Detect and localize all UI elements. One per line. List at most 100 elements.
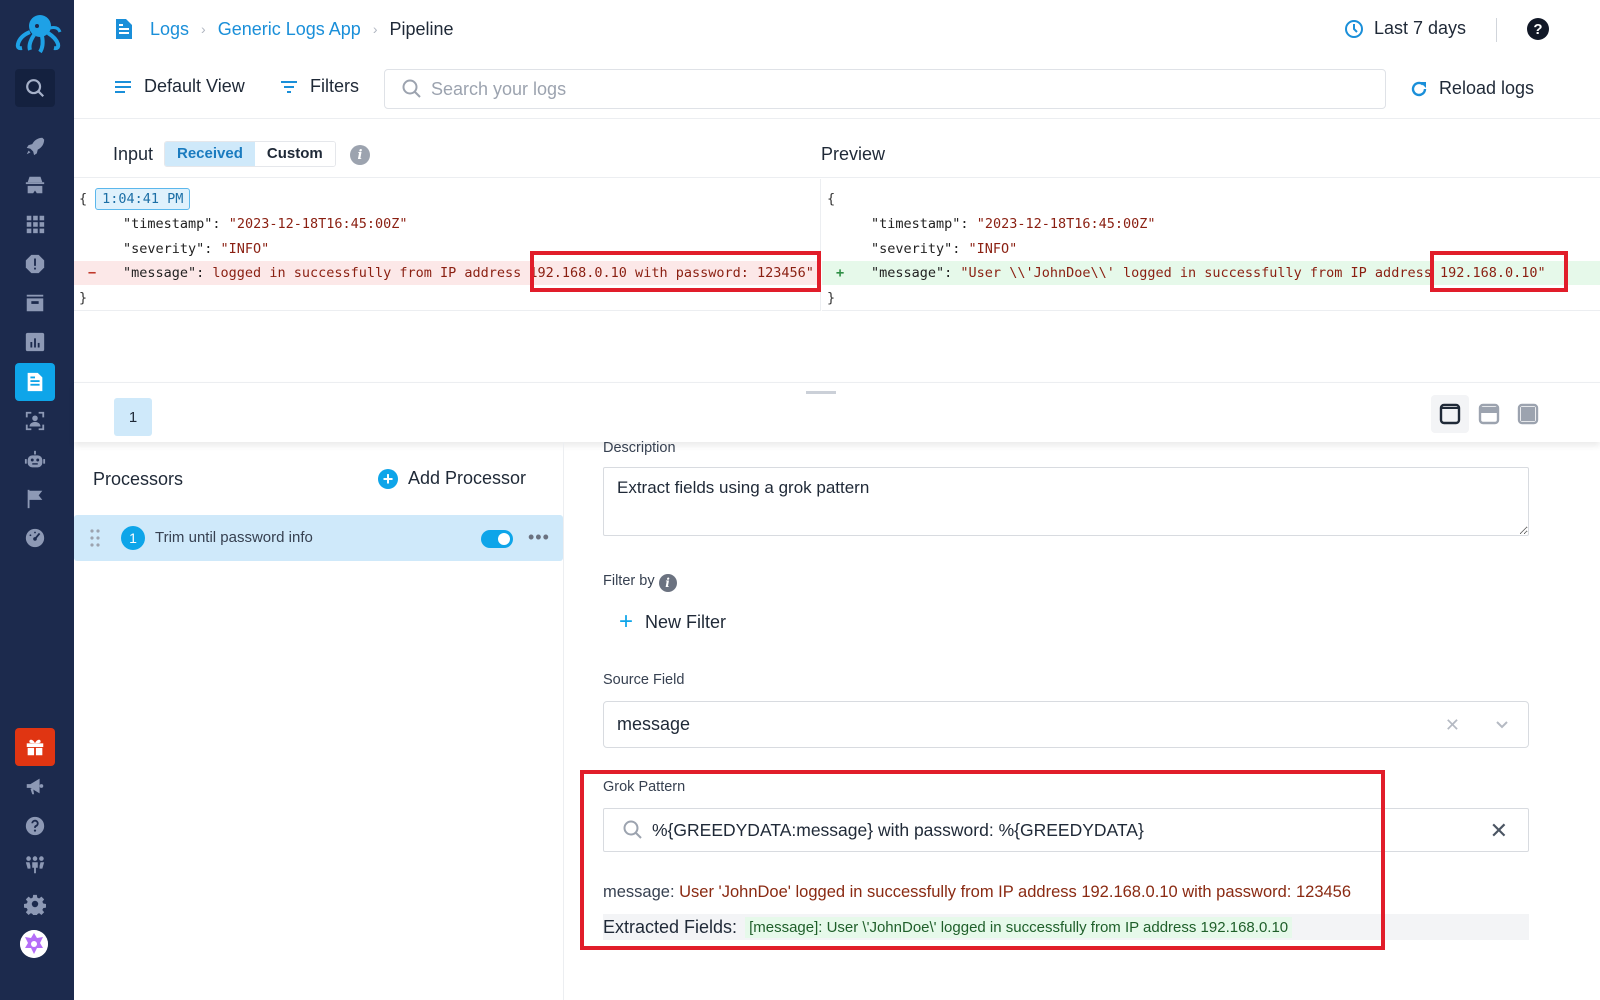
- sidebar-item-dashboards[interactable]: [15, 323, 55, 361]
- add-processor-button[interactable]: + Add Processor: [378, 468, 526, 489]
- layout-full-button[interactable]: [1509, 395, 1547, 433]
- filters-label: Filters: [310, 76, 359, 96]
- sidebar-item-team[interactable]: [15, 846, 55, 884]
- add-processor-label: Add Processor: [408, 468, 527, 488]
- processor-form: Description Extract fields using a grok …: [564, 440, 1600, 1000]
- code-line: "timestamp": "2023-12-18T16:45:00Z": [123, 216, 408, 232]
- avatar[interactable]: [20, 930, 48, 958]
- gear-icon: [24, 894, 46, 915]
- sidebar-item-flags[interactable]: [15, 480, 55, 518]
- description-label: Description: [603, 440, 676, 456]
- code-line: }: [79, 290, 88, 306]
- octopus-logo-icon[interactable]: [10, 12, 64, 56]
- search-icon: [623, 820, 642, 839]
- header: Logs › Generic Logs App › Pipeline Last …: [74, 0, 1600, 60]
- archive-box-icon: [26, 294, 44, 312]
- layout-top-button[interactable]: [1431, 395, 1469, 433]
- processor-index: 1: [121, 526, 145, 550]
- layout-full-icon: [1517, 403, 1539, 425]
- info-icon[interactable]: i: [658, 574, 677, 592]
- megaphone-icon: [26, 778, 44, 795]
- users-icon: [25, 856, 45, 874]
- extracted-fields-value: [message]: User \'JohnDoe\' logged in su…: [745, 916, 1293, 938]
- clear-icon[interactable]: ✕: [1445, 715, 1460, 736]
- new-filter-button[interactable]: + New Filter: [619, 610, 726, 634]
- sidebar-item-search[interactable]: [15, 69, 55, 107]
- gauge-icon: [25, 528, 45, 548]
- processors-title: Processors: [93, 469, 184, 489]
- code-line: "severity": "INFO": [871, 241, 1018, 257]
- grok-pattern-input[interactable]: [652, 819, 1452, 841]
- mode-custom-button[interactable]: Custom: [254, 142, 335, 166]
- document-icon: [116, 19, 132, 39]
- drag-grip-icon[interactable]: [74, 515, 116, 561]
- processor-name[interactable]: Trim until password info: [155, 529, 313, 546]
- extracted-fields-label: Extracted Fields:: [603, 916, 738, 937]
- sidebar-item-whats-new[interactable]: [15, 728, 55, 766]
- chevron-down-icon[interactable]: [1494, 716, 1510, 732]
- code-line: {1:04:41 PM: [74, 187, 820, 211]
- more-options-icon[interactable]: •••: [528, 527, 550, 548]
- sidebar-item-performance[interactable]: [15, 519, 55, 557]
- timestamp-chip: 1:04:41 PM: [95, 188, 191, 210]
- code-line: "timestamp": "2023-12-18T16:45:00Z": [871, 216, 1156, 232]
- sidebar-item-user-tracking[interactable]: [15, 402, 55, 440]
- sidebar-item-security[interactable]: [15, 166, 55, 204]
- compare-header: Input Received Custom i Preview: [74, 118, 1600, 178]
- processor-item[interactable]: 1 Trim until password info •••: [74, 515, 563, 561]
- gift-icon: [26, 739, 44, 756]
- resize-handle[interactable]: [806, 391, 836, 394]
- refresh-icon: [1411, 81, 1427, 96]
- rocket-icon: [26, 137, 45, 156]
- code-line: "severity": "INFO": [123, 241, 270, 257]
- new-filter-label: New Filter: [645, 611, 727, 632]
- toolbar: Default View Filters Reload logs: [74, 60, 1600, 118]
- alert-octagon-icon: [25, 254, 45, 274]
- sidebar-item-announcements[interactable]: [15, 767, 55, 805]
- chevron-right-icon: ›: [201, 21, 206, 37]
- chevron-right-icon: ›: [372, 21, 378, 37]
- input-label: Input: [113, 144, 154, 164]
- layout-top-icon: [1439, 403, 1461, 425]
- mode-received-button[interactable]: Received: [165, 142, 255, 166]
- grok-pattern-box: ✕: [603, 808, 1529, 852]
- breadcrumb-logs[interactable]: Logs: [150, 19, 189, 40]
- sidebar-item-help[interactable]: [15, 807, 55, 845]
- reload-logs-button[interactable]: Reload logs: [1409, 78, 1534, 99]
- sidebar-item-getting-started[interactable]: [15, 127, 55, 165]
- sidebar-item-bots[interactable]: [15, 441, 55, 479]
- processors-pane: Processors + Add Processor 1 Trim until …: [74, 442, 564, 1000]
- layout-split-icon: [1478, 403, 1500, 425]
- help-button[interactable]: ?: [1527, 18, 1549, 40]
- search-box: [384, 69, 1386, 109]
- sidebar-item-apps[interactable]: [15, 205, 55, 243]
- flag-icon: [27, 489, 43, 509]
- filters-button[interactable]: Filters: [280, 76, 359, 97]
- description-field[interactable]: Extract fields using a grok pattern: [603, 467, 1529, 536]
- sidebar-item-alerts[interactable]: [15, 245, 55, 283]
- sidebar-item-archive[interactable]: [15, 284, 55, 322]
- list-icon: [115, 80, 131, 93]
- time-range-picker[interactable]: Last 7 days: [1344, 18, 1466, 39]
- default-view-button[interactable]: Default View: [114, 76, 245, 97]
- input-code-pane: {1:04:41 PM "timestamp": "2023-12-18T16:…: [74, 179, 821, 311]
- sidebar-item-settings[interactable]: [15, 885, 55, 923]
- layout-split-button[interactable]: [1470, 395, 1508, 433]
- search-icon: [26, 79, 45, 98]
- source-field-value: message: [617, 714, 691, 734]
- breadcrumb-generic-logs-app[interactable]: Generic Logs App: [218, 19, 361, 40]
- robot-icon: [24, 450, 46, 468]
- info-icon[interactable]: i: [350, 145, 370, 165]
- plus-icon: +: [619, 608, 634, 635]
- processor-enabled-toggle[interactable]: [481, 530, 513, 548]
- document-icon: [27, 372, 43, 392]
- code-line-removed: − "message": logged in successfully from …: [74, 261, 820, 285]
- close-icon[interactable]: ✕: [1490, 818, 1508, 844]
- source-field-select[interactable]: message ✕: [603, 701, 1529, 748]
- search-input[interactable]: [431, 78, 1331, 100]
- preview-label: Preview: [821, 144, 886, 164]
- sidebar-item-logs[interactable]: [15, 363, 55, 401]
- page-button[interactable]: 1: [114, 398, 152, 436]
- bar-chart-icon: [25, 332, 45, 352]
- code-line: }: [827, 290, 836, 306]
